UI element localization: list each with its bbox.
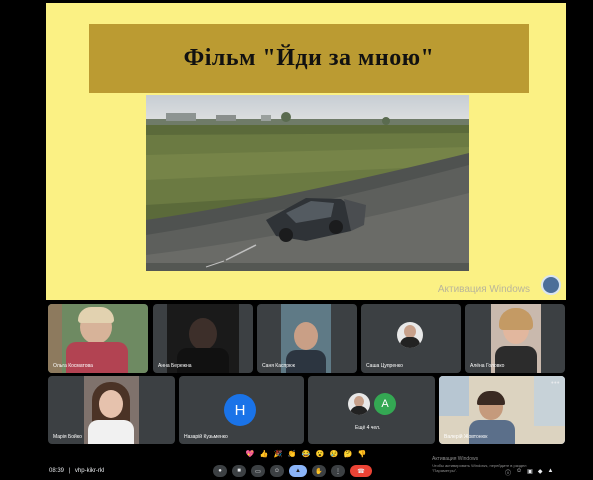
participant-avatar-7: H <box>224 394 256 426</box>
meeting-code: vhp-kikr-rkl <box>74 468 105 474</box>
participant-name-1: Ольга Косматова <box>53 363 93 369</box>
self-tile[interactable]: ••• Валерій Жовтонюк <box>439 376 565 444</box>
lock-icon[interactable]: ▲ <box>547 468 553 477</box>
participant-avatar-4 <box>397 322 423 348</box>
self-name: Валерій Жовтонюк <box>444 434 488 440</box>
others-avatar-photo <box>348 393 370 415</box>
crash-scene-image <box>146 95 469 271</box>
participant-tile-6[interactable]: Марія Бойко <box>48 376 175 444</box>
captions-icon[interactable]: ▭ <box>251 465 265 477</box>
emoji-icon[interactable]: ☺ <box>270 465 284 477</box>
participant-tile-4[interactable]: Саша Цупренко <box>361 304 461 373</box>
slide-activation-watermark: Активация Windows <box>437 284 530 295</box>
reaction-bar: 💖 👍 🎉 👏 😂 😮 😢 🤔 👎 <box>245 449 367 459</box>
camera-icon[interactable]: ■ <box>232 465 246 477</box>
participant-name-6: Марія Бойко <box>53 434 82 440</box>
info-icon[interactable]: ⓘ <box>505 468 511 477</box>
side-panel-icons: ⓘ ☺ ▣ ◆ ▲ <box>505 468 553 477</box>
participant-name-4: Саша Цупренко <box>366 363 403 369</box>
slide-title: Фільм "Йди за мною" <box>183 45 435 71</box>
activities-icon[interactable]: ◆ <box>538 468 543 477</box>
others-count: Ещё 4 чел. <box>355 425 381 431</box>
reaction-thumbs-down-icon[interactable]: 👎 <box>357 449 367 459</box>
people-icon[interactable]: ☺ <box>516 468 522 477</box>
participant-tile-5[interactable]: Алёна Головко <box>465 304 565 373</box>
participant-name-5: Алёна Головко <box>470 363 505 369</box>
participant-tile-1[interactable]: Ольга Косматова <box>48 304 148 373</box>
meeting-time: 08:39 <box>49 468 65 474</box>
reaction-heart-icon[interactable]: 💖 <box>245 449 255 459</box>
reaction-clap-icon[interactable]: 👏 <box>287 449 297 459</box>
chat-icon[interactable]: ▣ <box>527 468 533 477</box>
others-tile[interactable]: A Ещё 4 чел. <box>308 376 435 444</box>
reaction-surprised-icon[interactable]: 😮 <box>315 449 325 459</box>
participant-tile-2[interactable]: Анна Бережна <box>153 304 253 373</box>
more-options-icon[interactable]: ••• <box>551 380 560 387</box>
more-icon[interactable]: ⋮ <box>331 465 345 477</box>
participant-video-6 <box>84 376 139 444</box>
raise-hand-icon[interactable]: ✋ <box>312 465 326 477</box>
others-avatar-initial: A <box>374 393 396 415</box>
end-call-icon[interactable]: ☎ <box>350 465 372 477</box>
slide-photo <box>146 95 469 271</box>
reaction-sad-icon[interactable]: 😢 <box>329 449 339 459</box>
participant-name-3: Саня Каспрюк <box>262 363 295 369</box>
presented-slide: Фільм "Йди за мною" Активация Windows <box>46 3 566 300</box>
reaction-party-icon[interactable]: 🎉 <box>273 449 283 459</box>
presenter-badge[interactable] <box>541 275 561 295</box>
bottom-control-bar: 💖 👍 🎉 👏 😂 😮 😢 🤔 👎 08:39 | vhp-kikr-rkl ●… <box>0 446 593 480</box>
participant-tile-3[interactable]: Саня Каспрюк <box>257 304 357 373</box>
meeting-separator: | <box>68 468 71 474</box>
participant-name-7: Назарій Кузьменко <box>184 434 228 440</box>
meeting-info: 08:39 | vhp-kikr-rkl <box>49 468 104 474</box>
reaction-thumbs-up-icon[interactable]: 👍 <box>259 449 269 459</box>
meet-screen: Фільм "Йди за мною" Активация Windows Ол… <box>0 0 593 480</box>
participant-name-2: Анна Бережна <box>158 363 192 369</box>
reaction-thinking-icon[interactable]: 🤔 <box>343 449 353 459</box>
call-controls: ● ■ ▭ ☺ ▲ ✋ ⋮ ☎ <box>213 465 372 477</box>
participant-tile-7[interactable]: H Назарій Кузьменко <box>179 376 304 444</box>
present-icon[interactable]: ▲ <box>289 465 307 477</box>
windows-activation-text: Чтобы активировать Windows, перейдите в … <box>432 462 527 468</box>
slide-title-box: Фільм "Йди за мною" <box>89 24 529 93</box>
mic-icon[interactable]: ● <box>213 465 227 477</box>
reaction-laugh-icon[interactable]: 😂 <box>301 449 311 459</box>
